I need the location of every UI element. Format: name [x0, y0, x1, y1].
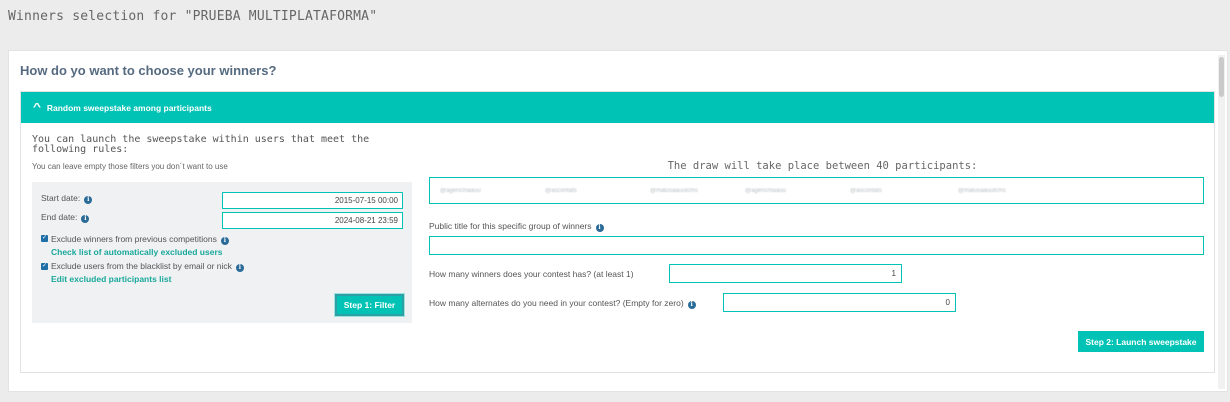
start-date-input[interactable]: 2015-07-15 00:00	[222, 192, 403, 209]
info-icon[interactable]: i	[220, 237, 229, 245]
info-icon[interactable]: i	[595, 224, 604, 232]
winners-label: How many winners does your contest has? …	[429, 269, 634, 279]
public-title-label: Public title for this specific group of …	[429, 221, 592, 231]
alternates-count-input[interactable]: 0	[723, 293, 956, 312]
participant-nick: @malusaauulcms	[958, 188, 1006, 194]
exclude-blacklist-checkbox[interactable]: ✓	[41, 263, 48, 270]
filter-button[interactable]: Step 1: Filter	[335, 294, 404, 316]
chevron-up-icon: ^	[32, 102, 42, 113]
panel-header-label: Random sweepstake among participants	[46, 102, 212, 113]
page-title: Winners selection for "PRUEBA MULTIPLATA…	[8, 9, 378, 24]
public-title-input[interactable]	[429, 236, 1204, 255]
filter-box: Start date: i 2015-07-15 00:00 End date: i…	[32, 182, 412, 323]
participant-nick: @ascontats	[850, 188, 882, 194]
participants-list: @agencmaauu @ascontats @malusaauulcms @a…	[429, 177, 1204, 204]
exclude-winners-checkbox[interactable]: ✓	[41, 235, 48, 242]
info-icon[interactable]: i	[84, 196, 93, 204]
winners-count-input[interactable]: 1	[669, 264, 902, 283]
participant-nick: @agencmaauu	[440, 188, 481, 194]
draw-title: The draw will take place between 40 part…	[667, 160, 978, 172]
alternates-label: How many alternates do you need in your …	[429, 298, 684, 308]
rules-subtitle: You can leave empty those filters you do…	[32, 162, 228, 171]
scrollbar-thumb[interactable]	[1219, 57, 1224, 97]
rules-title: You can launch the sweepstake within use…	[32, 134, 370, 155]
edit-excluded-participants-link[interactable]: Edit excluded participants list	[51, 274, 171, 284]
exclude-winners-label: Exclude winners from previous competitio…	[51, 234, 217, 244]
alternates-label-row: How many alternates do you need in your …	[429, 298, 696, 309]
participant-nick: @ascontats	[545, 188, 577, 194]
end-date-label-row: End date: i	[41, 212, 90, 223]
card-heading: How do yo want to choose your winners?	[20, 63, 277, 78]
public-title-label-row: Public title for this specific group of …	[429, 221, 604, 232]
check-excluded-users-link[interactable]: Check list of automatically excluded use…	[51, 247, 222, 257]
exclude-blacklist-label: Exclude users from the blacklist by emai…	[51, 261, 232, 271]
start-date-label: Start date:	[41, 193, 81, 203]
info-icon[interactable]: i	[235, 264, 244, 272]
sweepstake-panel: ^ Random sweepstake among participants Y…	[20, 91, 1215, 373]
panel-header-toggle[interactable]: ^ Random sweepstake among participants	[21, 92, 1214, 123]
participant-nick: @malusaauulcms	[650, 188, 698, 194]
exclude-winners-row: Exclude winners from previous competitio…	[51, 234, 229, 245]
exclude-blacklist-row: Exclude users from the blacklist by emai…	[51, 261, 244, 272]
participant-nick: @agencmaauu	[745, 188, 786, 194]
launch-sweepstake-button[interactable]: Step 2: Launch sweepstake	[1078, 331, 1204, 352]
winners-card: How do yo want to choose your winners? ^…	[8, 50, 1228, 392]
end-date-label: End date:	[41, 212, 78, 222]
info-icon[interactable]: i	[81, 215, 90, 223]
end-date-input[interactable]: 2024-08-21 23:59	[222, 212, 403, 229]
scrollbar[interactable]	[1218, 55, 1225, 389]
start-date-label-row: Start date: i	[41, 193, 93, 204]
info-icon[interactable]: i	[687, 301, 696, 309]
